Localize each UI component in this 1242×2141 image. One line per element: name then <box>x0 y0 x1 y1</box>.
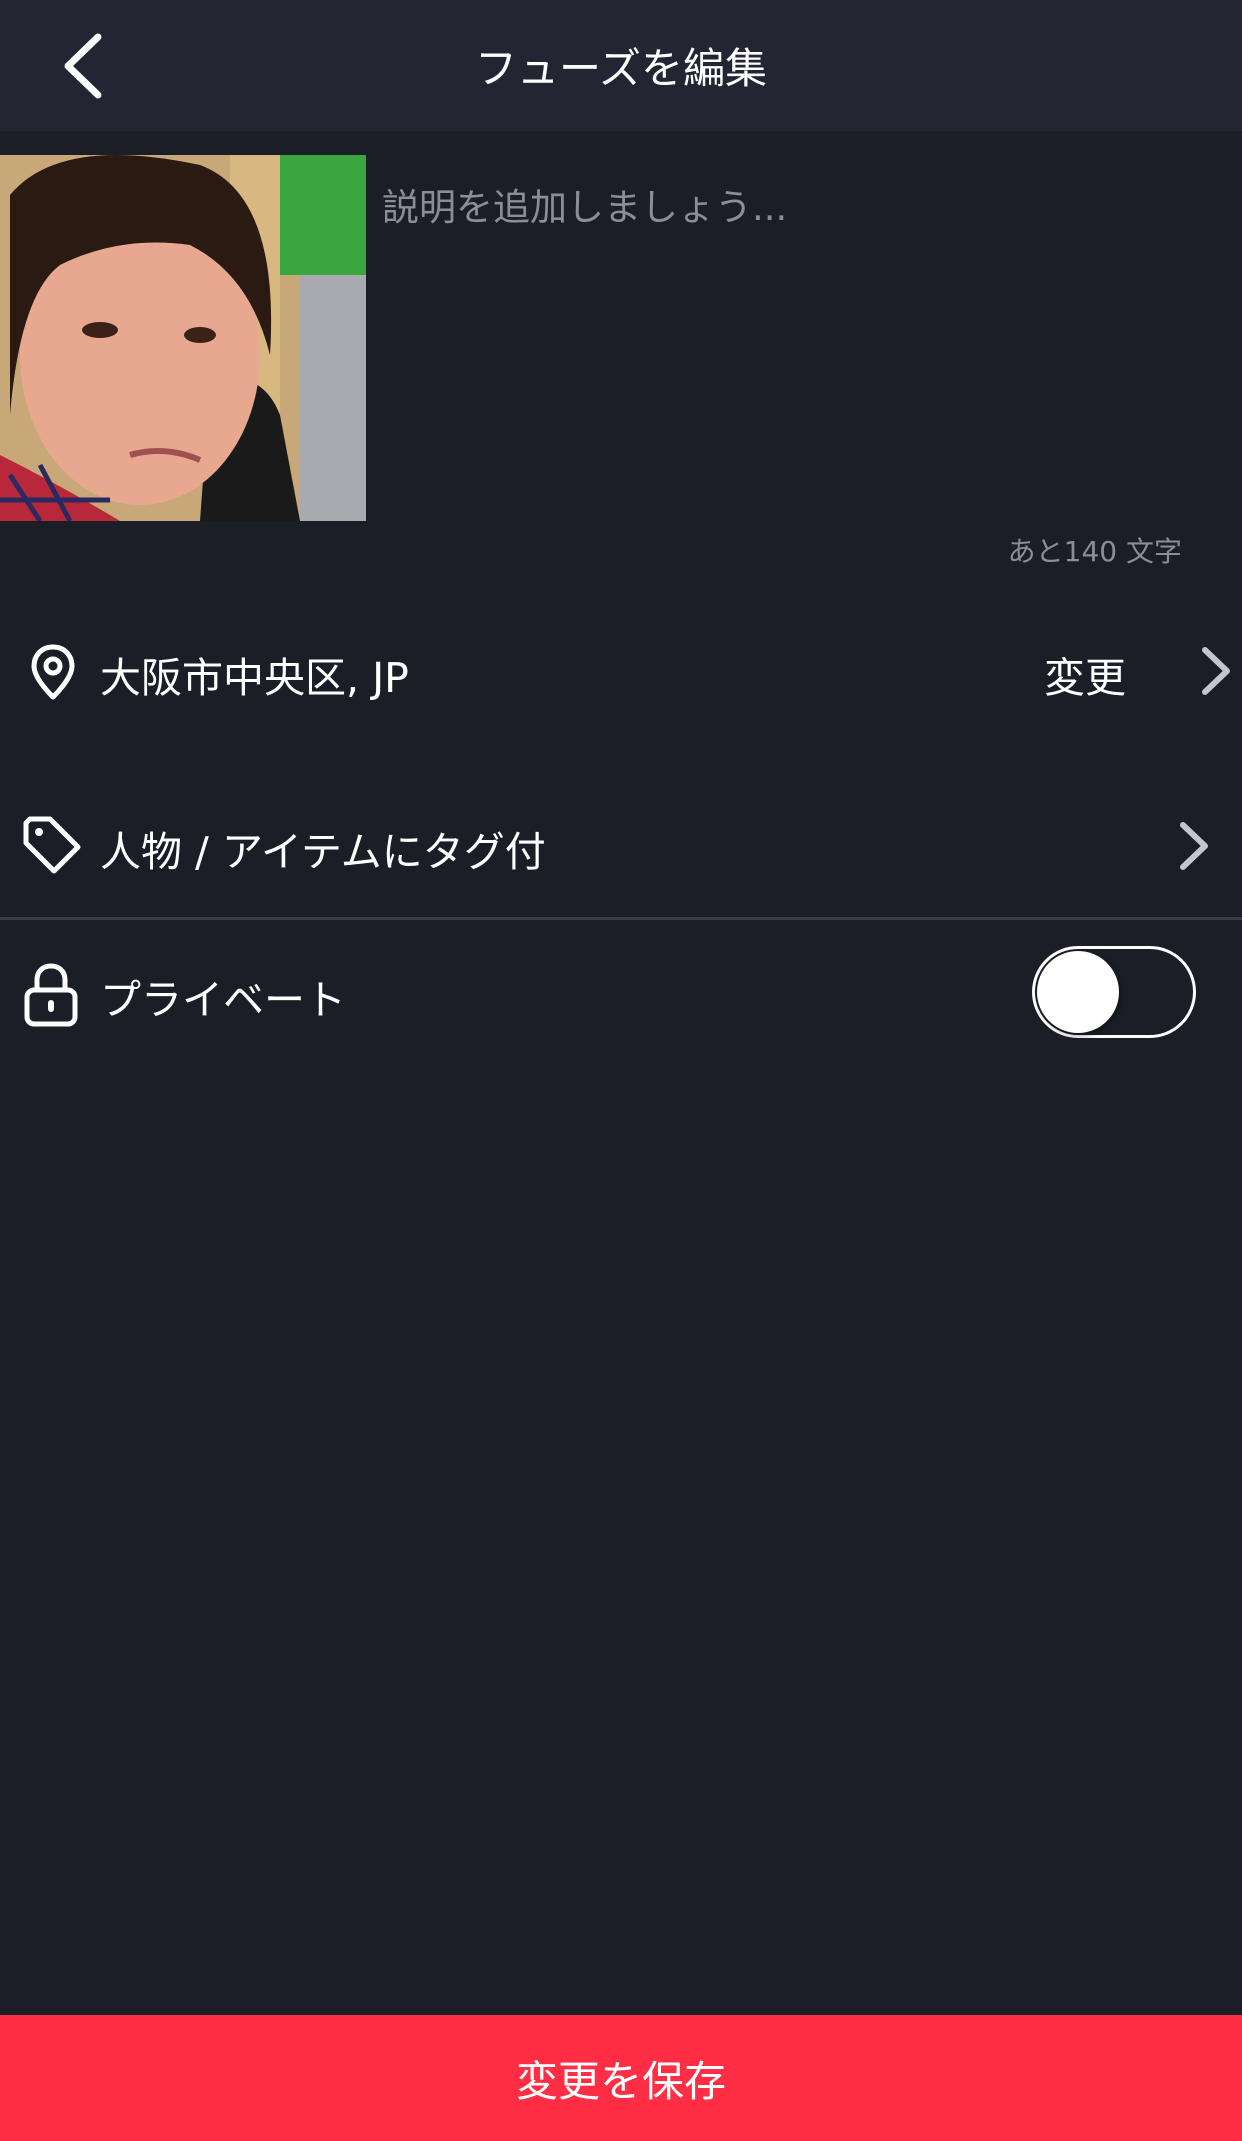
toggle-knob <box>1037 951 1119 1033</box>
character-counter: あと140 文字 <box>1007 535 1182 568</box>
map-pin-icon <box>26 642 80 702</box>
section-divider <box>0 917 1242 920</box>
location-row[interactable]: 大阪市中央区, JP 変更 <box>0 610 1242 730</box>
location-label: 大阪市中央区, JP <box>100 654 409 702</box>
tag-icon <box>22 815 82 875</box>
back-button[interactable] <box>48 28 118 104</box>
tag-people-label: 人物 / アイテムにタグ付 <box>100 828 546 876</box>
page-title: フューズを編集 <box>475 44 767 93</box>
chevron-left-icon <box>64 33 102 99</box>
privacy-label: プライベート <box>100 976 346 1024</box>
photo-thumbnail[interactable] <box>0 155 366 521</box>
chevron-right-icon <box>1196 646 1236 696</box>
tag-people-row[interactable]: 人物 / アイテムにタグ付 <box>0 785 1242 905</box>
chevron-right-icon <box>1174 821 1214 871</box>
top-bar: フューズを編集 <box>0 0 1242 131</box>
caption-input[interactable] <box>382 155 1202 527</box>
selfie-image <box>0 155 366 521</box>
location-change-label[interactable]: 変更 <box>1044 644 1126 704</box>
privacy-toggle[interactable] <box>1032 946 1196 1038</box>
lock-icon <box>22 962 80 1028</box>
save-changes-button[interactable]: 変更を保存 <box>0 2015 1242 2141</box>
